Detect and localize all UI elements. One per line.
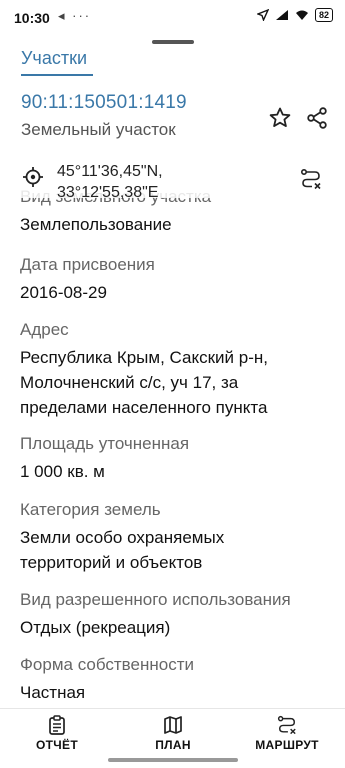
cadastral-number[interactable]: 90:11:150501:1419 — [21, 92, 187, 114]
field-label: Адрес — [20, 320, 69, 339]
parcel-type: Земельный участок — [21, 120, 176, 139]
nav-route-label: МАРШРУТ — [255, 738, 319, 752]
nav-route-button[interactable]: МАРШРУТ — [242, 715, 332, 752]
wifi-icon — [295, 10, 308, 20]
coordinates-text[interactable]: 45°11'36,45"N, 33°12'55,38"E — [57, 161, 163, 203]
route-icon — [277, 715, 296, 735]
nav-report-label: ОТЧЁТ — [36, 738, 78, 752]
field-value: Отдых (рекреация) — [20, 618, 171, 637]
field-value: Земли особо охраняемых территорий и объе… — [20, 528, 225, 572]
status-right-icons: 82 — [256, 8, 333, 22]
report-icon — [49, 715, 65, 735]
map-icon — [164, 716, 182, 734]
field-label: Форма собственности — [20, 655, 194, 674]
signal-icon — [275, 10, 288, 20]
field-value-address: Республика Крым, Сакский р-н, Молочненск… — [20, 348, 268, 417]
nav-plan-label: ПЛАН — [155, 738, 191, 752]
home-indicator[interactable] — [108, 758, 238, 762]
tab-bar: Участки — [0, 44, 345, 80]
field-label: Вид разрешенного использования — [20, 590, 291, 609]
route-icon[interactable] — [300, 168, 322, 190]
field-value: Частная — [20, 683, 86, 702]
tab-indicator — [21, 74, 93, 76]
field-value: Землепользование — [20, 215, 172, 234]
coordinates-row — [0, 150, 345, 198]
field-label: Категория земель — [20, 500, 161, 519]
status-time: 10:30 — [14, 10, 50, 26]
field-value: 1 000 кв. м — [20, 462, 105, 481]
status-bar: 10:30 ◂ ··· 82 — [0, 0, 345, 34]
field-label: Площадь уточненная — [20, 434, 190, 453]
crosshair-icon[interactable] — [22, 166, 44, 188]
longitude: 33°12'55,38"E — [57, 184, 159, 201]
battery-icon: 82 — [314, 8, 333, 22]
notification-icons: ◂ ··· — [58, 8, 92, 23]
details-scroll-area[interactable]: Вид земельного участка Землепользование … — [0, 188, 345, 708]
share-icon[interactable] — [305, 106, 329, 130]
star-icon[interactable] — [268, 106, 292, 130]
latitude: 45°11'36,45"N, — [57, 163, 163, 180]
nav-plan-button[interactable]: ПЛАН — [128, 715, 218, 752]
tab-parcels[interactable]: Участки — [21, 48, 87, 69]
field-label: Дата присвоения — [20, 255, 155, 274]
location-arrow-icon — [256, 9, 269, 21]
field-value: 2016-08-29 — [20, 283, 107, 302]
nav-report-button[interactable]: ОТЧЁТ — [12, 715, 102, 752]
